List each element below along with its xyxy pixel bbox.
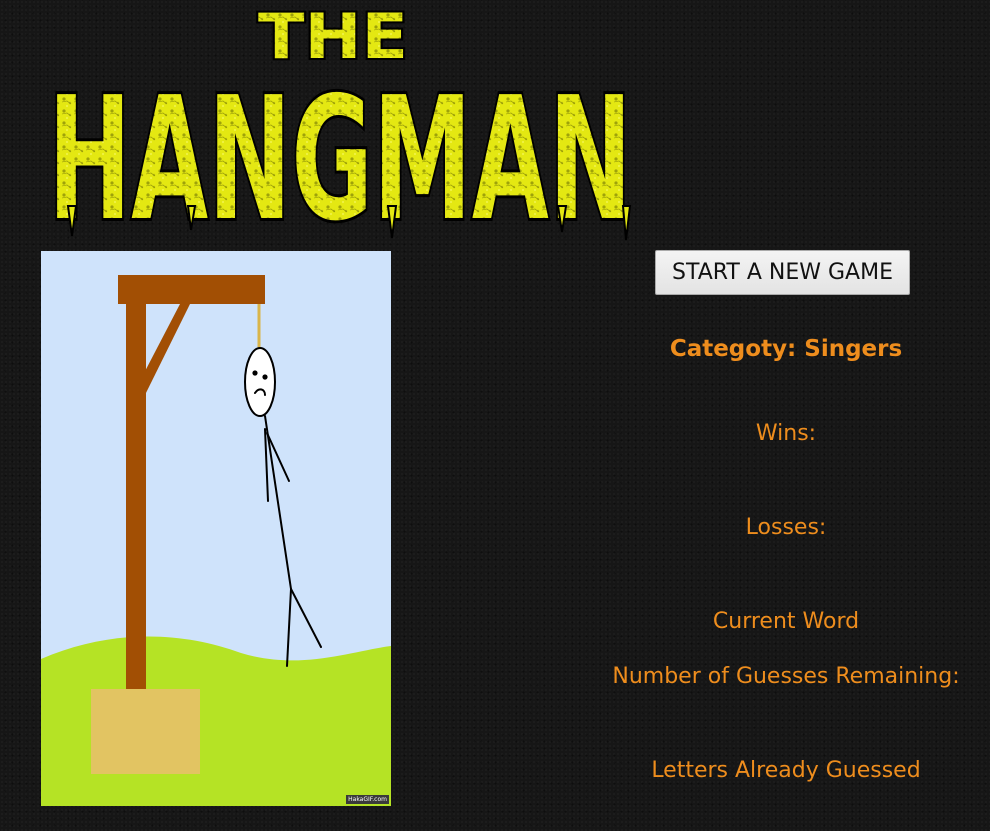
standing-box xyxy=(91,689,200,774)
losses-label: Losses: xyxy=(745,515,827,540)
gallows-beam xyxy=(118,275,265,304)
current-word-label: Current Word xyxy=(712,609,860,634)
wins-label: Wins: xyxy=(755,421,817,446)
stick-figure-head xyxy=(244,347,276,417)
start-new-game-button[interactable]: START A NEW GAME xyxy=(655,250,910,295)
hangman-image: HakaGIF.com xyxy=(41,251,391,806)
category-label: Categoty: Singers xyxy=(669,336,903,362)
guesses-remaining-label: Number of Guesses Remaining: xyxy=(612,664,960,689)
logo-hangman-text: HANGMAN xyxy=(48,61,632,246)
letters-guessed-label: Letters Already Guessed xyxy=(651,758,921,783)
watermark-text: HakaGIF.com xyxy=(346,795,389,804)
hangman-logo: THE HANGMAN xyxy=(45,0,635,246)
gallows-post xyxy=(126,291,146,691)
game-info-panel: START A NEW GAME Categoty: Singers Wins:… xyxy=(582,250,990,810)
